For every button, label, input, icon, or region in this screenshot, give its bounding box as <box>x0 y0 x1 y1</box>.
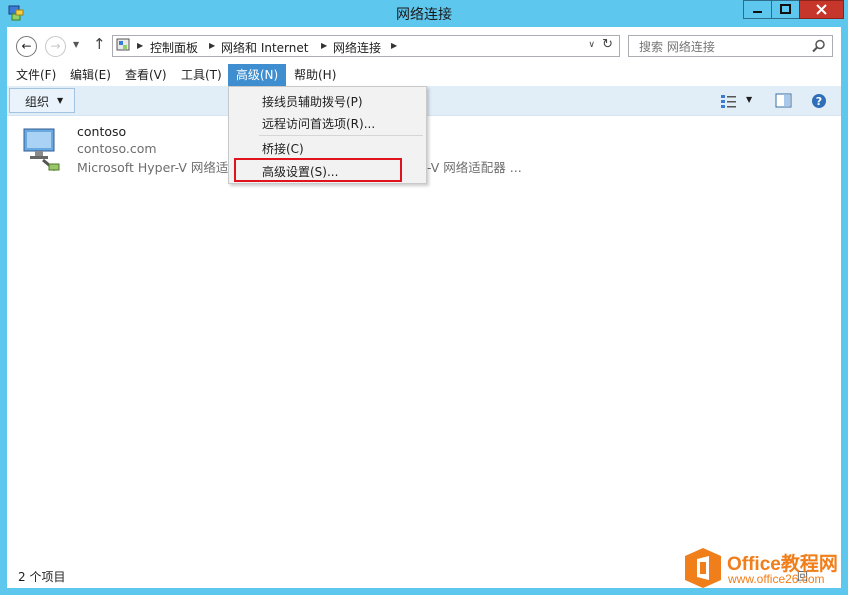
connection-domain: contoso.com <box>77 141 157 156</box>
highlight-box <box>234 158 402 182</box>
connection-name[interactable]: contoso <box>77 124 126 139</box>
forward-button[interactable]: → <box>45 36 66 57</box>
navigation-bar: ← → ▼ ↑ ▶ 控制面板 ▶ 网络和 Internet ▶ 网络连接 ▶ ∨… <box>7 27 841 64</box>
network-adapter-icon[interactable] <box>21 126 61 172</box>
menu-bar: 文件(F) 编辑(E) 查看(V) 工具(T) 高级(N) 帮助(H) <box>7 64 841 86</box>
back-button[interactable]: ← <box>16 36 37 57</box>
organize-label: 组织 <box>25 95 50 109</box>
close-icon <box>816 4 827 15</box>
watermark: Office教程网 www.office26.com <box>683 547 843 589</box>
breadcrumb-separator-icon[interactable]: ▶ <box>209 41 215 50</box>
address-bar[interactable]: ▶ 控制面板 ▶ 网络和 Internet ▶ 网络连接 ▶ ∨ ↻ <box>112 35 620 57</box>
advanced-menu-dropdown: 接线员辅助拨号(P) 远程访问首选项(R)... 桥接(C) 高级设置(S)..… <box>228 86 427 184</box>
breadcrumb-network-connections[interactable]: 网络连接 <box>333 39 381 56</box>
connection-adapter: Microsoft Hyper-V 网络适配 <box>77 160 241 175</box>
up-arrow-icon[interactable]: ↑ <box>93 35 106 53</box>
menu-item-remote-access-preferences[interactable]: 远程访问首选项(R)... <box>262 115 375 132</box>
close-button[interactable] <box>799 0 844 19</box>
search-input[interactable] <box>629 36 821 58</box>
menu-item-bridge-connections[interactable]: 桥接(C) <box>262 140 304 157</box>
help-icon[interactable]: ? <box>811 93 827 109</box>
window: 网络连接 ← → ▼ ↑ ▶ 控制面板 ▶ 网络和 Internet ▶ 网络连… <box>0 0 848 595</box>
item-count: 2 个项目 <box>18 570 66 584</box>
menu-view[interactable]: 查看(V) <box>121 64 171 86</box>
breadcrumb-separator-icon[interactable]: ▶ <box>137 41 143 50</box>
back-arrow-icon: ← <box>21 39 32 53</box>
watermark-url: www.office26.com <box>728 572 825 586</box>
refresh-icon[interactable]: ↻ <box>602 37 613 52</box>
menu-advanced[interactable]: 高级(N) <box>228 64 286 86</box>
maximize-icon <box>780 4 791 14</box>
menu-item-operator-assisted-dialing[interactable]: 接线员辅助拨号(P) <box>262 93 363 110</box>
search-box[interactable] <box>628 35 833 58</box>
chevron-down-icon: ▼ <box>57 96 64 105</box>
recent-locations-dropdown-icon[interactable]: ▼ <box>73 40 79 49</box>
forward-arrow-icon: → <box>50 39 61 53</box>
svg-text:?: ? <box>816 95 822 108</box>
second-connection-adapter-partial: -V 网络适配器 ... <box>427 160 522 175</box>
control-panel-icon <box>116 38 130 51</box>
menu-edit[interactable]: 编辑(E) <box>66 64 115 86</box>
menu-tools[interactable]: 工具(T) <box>177 64 226 86</box>
menu-help[interactable]: 帮助(H) <box>290 64 340 86</box>
search-icon[interactable] <box>812 39 826 53</box>
breadcrumb-control-panel[interactable]: 控制面板 <box>150 39 198 56</box>
menu-separator <box>259 135 423 136</box>
change-view-icon[interactable] <box>720 93 740 109</box>
window-title: 网络连接 <box>396 7 452 23</box>
preview-pane-icon[interactable] <box>775 93 793 109</box>
breadcrumb-network-and-internet[interactable]: 网络和 Internet <box>221 39 308 56</box>
breadcrumb-separator-icon[interactable]: ▶ <box>321 41 327 50</box>
breadcrumb-separator-icon[interactable]: ▶ <box>391 41 397 50</box>
menu-file[interactable]: 文件(F) <box>12 64 60 86</box>
office-logo-icon <box>685 548 721 588</box>
address-history-dropdown-icon[interactable]: ∨ <box>588 40 595 50</box>
minimize-icon <box>753 11 762 13</box>
title-bar: 网络连接 <box>0 0 848 27</box>
maximize-button[interactable] <box>771 0 800 19</box>
organize-button[interactable]: 组织 ▼ <box>9 88 75 113</box>
view-options-chevron-down-icon[interactable]: ▼ <box>746 95 752 104</box>
minimize-button[interactable] <box>743 0 772 19</box>
